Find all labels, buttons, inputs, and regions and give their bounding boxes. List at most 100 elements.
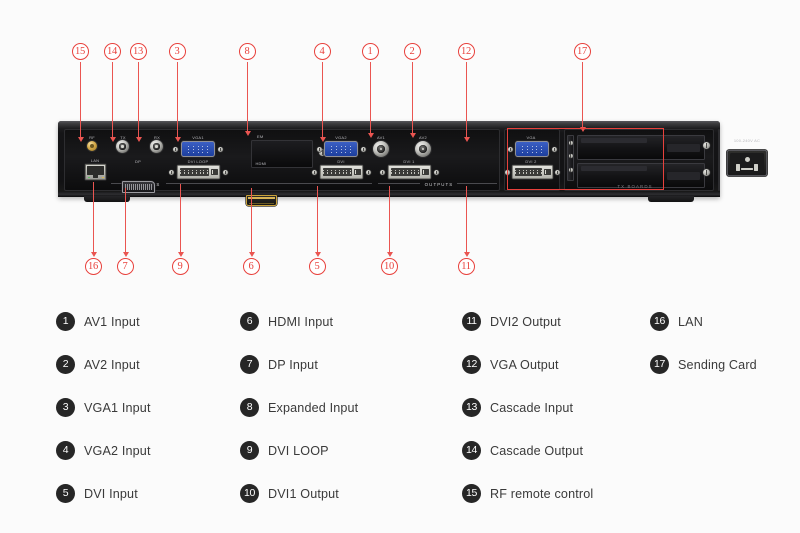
legend-item-4[interactable]: 4 VGA2 Input: [56, 429, 151, 472]
dvi-loop-screw-right: [223, 170, 228, 175]
chassis-foot-left: [84, 196, 130, 202]
callout-leader-4: [319, 62, 326, 142]
tx-board-slot-1: [577, 135, 705, 160]
legend-item-17[interactable]: 17 Sending Card: [650, 343, 757, 386]
legend-bullet-9: 9: [240, 441, 259, 460]
dvi2-screw-right: [555, 170, 560, 175]
dvi1-output: [388, 165, 431, 179]
lan-port: [85, 164, 106, 180]
port-label-dvi-loop: DVI LOOP: [187, 159, 209, 164]
cascade-output-connector: [116, 140, 129, 153]
legend-label-1: AV1 Input: [84, 314, 140, 329]
legend-bullet-7: 7: [240, 355, 259, 374]
legend: 1 AV1 Input 2 AV2 Input 3 VGA1 Input 4 VGA2 Inp…: [0, 300, 800, 533]
legend-bullet-6: 6: [240, 312, 259, 331]
vga1-screw-right: [218, 147, 223, 152]
legend-bullet-5: 5: [56, 484, 75, 503]
port-label-av2: AV2: [419, 135, 427, 140]
legend-item-6[interactable]: 6 HDMI Input: [240, 300, 358, 343]
legend-item-2[interactable]: 2 AV2 Input: [56, 343, 151, 386]
callout-marker-13[interactable]: 13: [129, 43, 147, 60]
legend-bullet-4: 4: [56, 441, 75, 460]
dvi-loop-screw-left: [169, 170, 174, 175]
vga2-screw-left: [317, 147, 322, 152]
callout-marker-3[interactable]: 3: [168, 43, 186, 60]
vga1-input: [181, 141, 215, 157]
av2-input: [415, 141, 431, 157]
legend-item-5[interactable]: 5 DVI Input: [56, 472, 151, 515]
legend-item-13[interactable]: 13 Cascade Input: [462, 386, 593, 429]
legend-item-16[interactable]: 16 LAN: [650, 300, 757, 343]
dvi1-screw-left: [380, 170, 385, 175]
port-label-vga-out: VGA: [526, 135, 536, 140]
callout-marker-7[interactable]: 7: [116, 258, 134, 275]
vga2-screw-right: [361, 147, 366, 152]
legend-item-3[interactable]: 3 VGA1 Input: [56, 386, 151, 429]
legend-bullet-17: 17: [650, 355, 669, 374]
chassis-top-lip: [58, 121, 720, 128]
callout-marker-15[interactable]: 15: [71, 43, 89, 60]
inputs-rule-right: [166, 183, 372, 184]
power-rating-label: 100-240V AC: [733, 138, 761, 143]
callout-marker-8[interactable]: 8: [238, 43, 256, 60]
callout-marker-10[interactable]: 10: [380, 258, 398, 275]
legend-bullet-2: 2: [56, 355, 75, 374]
legend-item-8[interactable]: 8 Expanded Input: [240, 386, 358, 429]
vga2-input: [324, 141, 358, 157]
legend-label-9: DVI LOOP: [268, 443, 329, 458]
legend-bullet-11: 11: [462, 312, 481, 331]
callout-marker-1[interactable]: 1: [361, 43, 379, 60]
sending-card-screw-bottom: [703, 169, 710, 176]
legend-item-9[interactable]: 9 DVI LOOP: [240, 429, 358, 472]
callout-leader-16: [90, 182, 97, 257]
ac-power-inlet: [727, 150, 767, 176]
section-label-tx-boards: TX BOARDS: [617, 184, 653, 189]
callout-marker-2[interactable]: 2: [403, 43, 421, 60]
legend-label-11: DVI2 Output: [490, 314, 561, 329]
vga-out-screw-left: [508, 147, 513, 152]
callout-marker-6[interactable]: 6: [242, 258, 260, 275]
legend-label-15: RF remote control: [490, 486, 594, 501]
port-label-av1: AV1: [377, 135, 385, 140]
legend-bullet-8: 8: [240, 398, 259, 417]
legend-label-3: VGA1 Input: [84, 400, 151, 415]
port-label-vga2: VGA2: [335, 135, 347, 140]
port-label-rf: RF: [89, 135, 95, 140]
legend-bullet-16: 16: [650, 312, 669, 331]
legend-item-1[interactable]: 1 AV1 Input: [56, 300, 151, 343]
legend-item-12[interactable]: 12 VGA Output: [462, 343, 593, 386]
callout-leader-5: [314, 186, 321, 257]
legend-bullet-10: 10: [240, 484, 259, 503]
callout-marker-17[interactable]: 17: [573, 43, 591, 60]
legend-label-8: Expanded Input: [268, 400, 359, 415]
legend-item-15[interactable]: 15 RF remote control: [462, 472, 593, 515]
legend-item-7[interactable]: 7 DP Input: [240, 343, 358, 386]
legend-item-14[interactable]: 14 Cascade Output: [462, 429, 593, 472]
diagram-stage: 15 14 13 3 8 4 1 2 12 17 RF TX RX LAN DP VGA1: [0, 0, 800, 533]
callout-leader-12: [463, 62, 470, 142]
port-label-vga1: VGA1: [192, 135, 204, 140]
sending-card-screw-top: [703, 142, 710, 149]
callout-marker-16[interactable]: 16: [84, 258, 102, 275]
legend-bullet-14: 14: [462, 441, 481, 460]
callout-marker-9[interactable]: 9: [171, 258, 189, 275]
callout-marker-14[interactable]: 14: [103, 43, 121, 60]
callout-leader-6: [248, 188, 255, 257]
callout-marker-4[interactable]: 4: [313, 43, 331, 60]
dvi-screw-right: [366, 170, 371, 175]
legend-item-10[interactable]: 10 DVI1 Output: [240, 472, 358, 515]
port-label-dp: DP: [134, 159, 142, 164]
av1-input: [373, 141, 389, 157]
legend-label-4: VGA2 Input: [84, 443, 151, 458]
callout-leader-3: [174, 62, 181, 142]
legend-label-17: Sending Card: [678, 357, 757, 372]
legend-item-11[interactable]: 11 DVI2 Output: [462, 300, 593, 343]
callout-marker-5[interactable]: 5: [308, 258, 326, 275]
chassis-foot-right: [648, 196, 694, 202]
callout-marker-11[interactable]: 11: [457, 258, 475, 275]
callout-leader-10: [386, 186, 393, 257]
port-label-lan: LAN: [90, 158, 100, 163]
callout-marker-12[interactable]: 12: [457, 43, 475, 60]
callout-leader-11: [463, 186, 470, 257]
legend-bullet-12: 12: [462, 355, 481, 374]
